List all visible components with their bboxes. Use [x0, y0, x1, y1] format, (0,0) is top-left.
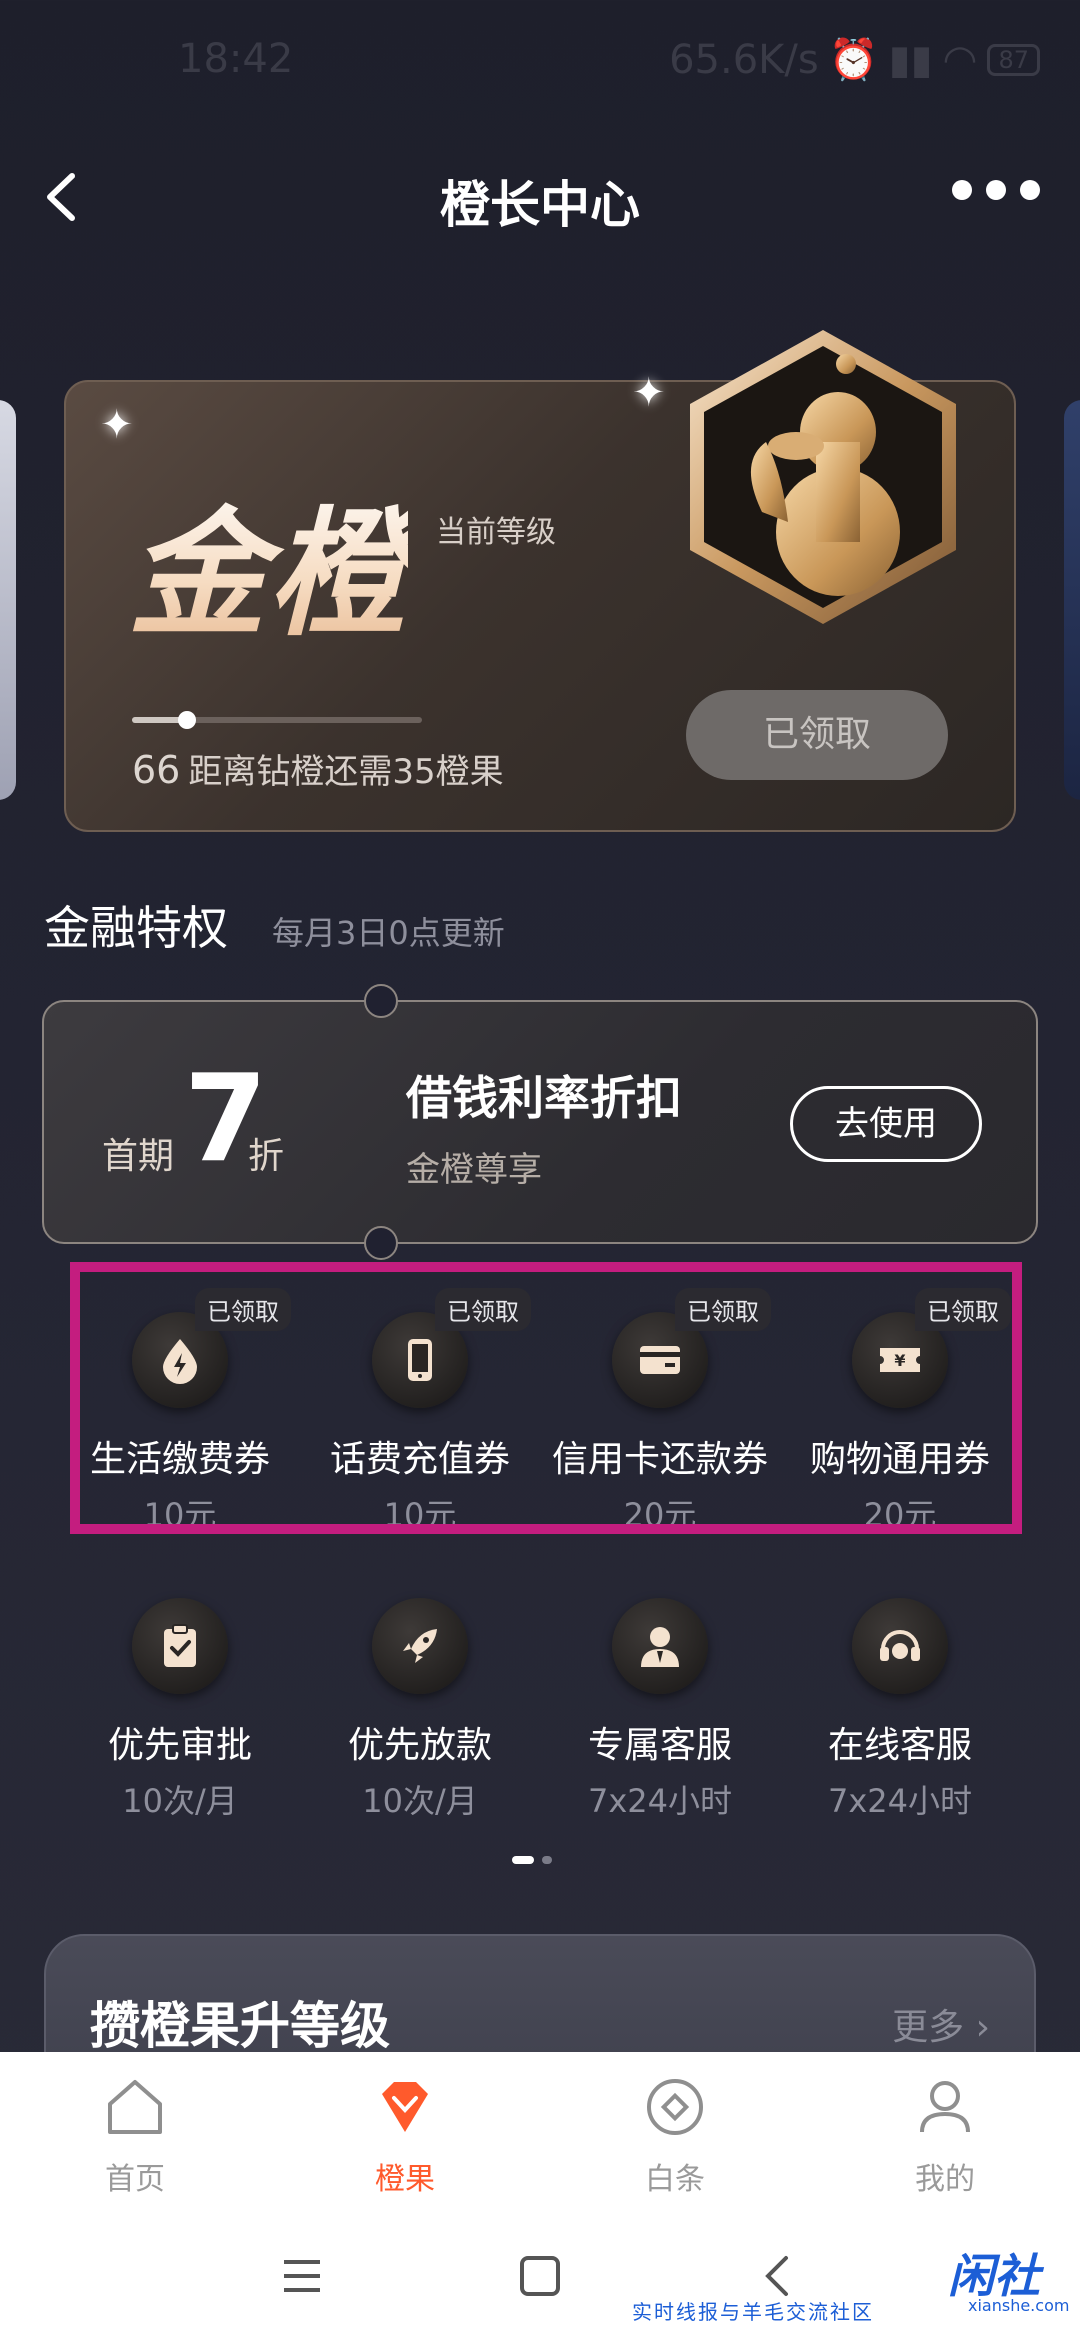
chevron-right-icon: ›	[975, 2007, 990, 2048]
ticket-desc: 金橙尊享	[406, 1150, 542, 1190]
service-value: 7x24小时	[587, 1782, 733, 1820]
level-progress-bar	[132, 711, 422, 729]
ticket-prefix: 首期	[102, 1136, 175, 1177]
pager-dot	[542, 1856, 552, 1864]
service-label: 专属客服	[587, 1725, 732, 1766]
dot-icon	[1020, 180, 1040, 200]
service-item[interactable]: 在线客服 7x24小时	[780, 1598, 1020, 1822]
more-label: 更多	[892, 2007, 965, 2048]
use-button[interactable]: 去使用	[790, 1086, 982, 1162]
nav-label: 白条	[645, 2162, 705, 2197]
status-time: 18:42	[178, 36, 294, 82]
ticket-suffix: 折	[248, 1136, 285, 1177]
diamond-circle-icon	[647, 2079, 703, 2135]
service-label: 在线客服	[827, 1725, 972, 1766]
watermark-slogan: 实时线报与羊毛交流社区	[632, 2300, 874, 2324]
dot-icon	[952, 180, 972, 200]
progress-dot	[178, 711, 197, 729]
header: 橙长中心	[0, 140, 1080, 250]
nav-label: 橙果	[375, 2162, 435, 2197]
service-grid: 优先审批 10次/月 优先放款 10次/月 专属客服 7x24小时 在线客服 7…	[60, 1598, 1020, 1822]
service-value: 10次/月	[362, 1782, 478, 1820]
net-speed: 65.6K/s	[669, 36, 819, 83]
alarm-icon: ⏰	[828, 37, 879, 83]
service-item[interactable]: 专属客服 7x24小时	[540, 1598, 780, 1822]
nav-item-home[interactable]: 首页	[0, 2052, 270, 2212]
signal-icon: ▮▮	[888, 36, 933, 83]
pager-dot-active	[512, 1856, 534, 1864]
nav-item-baitiao[interactable]: 白条	[540, 2052, 810, 2212]
system-nav-bar	[0, 2212, 1080, 2340]
nav-item-orange[interactable]: 橙果	[270, 2052, 540, 2212]
service-label: 优先放款	[347, 1725, 492, 1766]
level-card: 金橙 当前等级 66 距离钻橙还需35橙果 已领取 ✦ ✦	[64, 330, 1016, 832]
gold-duck-badge-icon	[678, 322, 968, 632]
level-caption: 当前等级	[436, 515, 556, 550]
upgrade-title: 攒橙果升等级	[90, 1997, 390, 2055]
rocket-icon	[372, 1598, 468, 1694]
discount-ticket: 首期 7 折 借钱利率折扣 金橙尊享 去使用	[42, 984, 1038, 1260]
carousel-pager	[512, 1856, 552, 1864]
status-icons: 65.6K/s ⏰ ▮▮ ◠ 87	[669, 36, 1040, 83]
claimed-button[interactable]: 已领取	[686, 690, 948, 780]
section-title: 金融特权	[44, 901, 228, 955]
battery-icon: 87	[987, 43, 1040, 76]
level-name: 金橙	[128, 462, 408, 662]
user-icon	[920, 2081, 970, 2133]
progress-caption: 距离钻橙还需35橙果	[188, 752, 504, 792]
more-options-button[interactable]	[952, 180, 1040, 200]
nav-item-mine[interactable]: 我的	[810, 2052, 1080, 2212]
headset-icon	[852, 1598, 948, 1694]
ticket-notch	[364, 984, 398, 1018]
menu-icon[interactable]	[272, 2246, 332, 2306]
highlight-box	[70, 1262, 1022, 1534]
sparkle-icon: ✦	[100, 402, 134, 448]
section-subtitle: 每月3日0点更新	[272, 914, 505, 952]
service-item[interactable]: 优先审批 10次/月	[60, 1598, 300, 1822]
person-icon	[612, 1598, 708, 1694]
home-square-icon[interactable]	[510, 2246, 570, 2306]
service-value: 10次/月	[122, 1782, 238, 1820]
orange-gem-icon	[382, 2082, 428, 2132]
nav-label: 首页	[105, 2162, 165, 2197]
service-item[interactable]: 优先放款 10次/月	[300, 1598, 540, 1822]
dot-icon	[986, 180, 1006, 200]
watermark-url: xianshe.com	[968, 2296, 1070, 2315]
prev-level-card[interactable]	[0, 400, 16, 800]
ticket-title: 借钱利率折扣	[406, 1071, 682, 1125]
wifi-icon: ◠	[942, 36, 978, 83]
ticket-notch	[364, 1226, 398, 1260]
status-bar: 18:42 65.6K/s ⏰ ▮▮ ◠ 87	[0, 0, 1080, 120]
page-title: 橙长中心	[440, 176, 640, 234]
service-label: 优先审批	[107, 1725, 252, 1766]
service-value: 7x24小时	[827, 1782, 973, 1820]
more-link[interactable]: 更多 ›	[892, 1998, 990, 2050]
next-level-card[interactable]	[1064, 400, 1080, 800]
level-progress-text: 66 距离钻橙还需35橙果	[132, 744, 504, 793]
sparkle-icon: ✦	[632, 370, 666, 416]
home-icon	[108, 2080, 162, 2134]
level-points: 66	[132, 748, 181, 792]
bottom-nav: 首页 橙果 白条 我的	[0, 2052, 1080, 2212]
nav-label: 我的	[915, 2162, 975, 2197]
clipboard-check-icon	[132, 1598, 228, 1694]
